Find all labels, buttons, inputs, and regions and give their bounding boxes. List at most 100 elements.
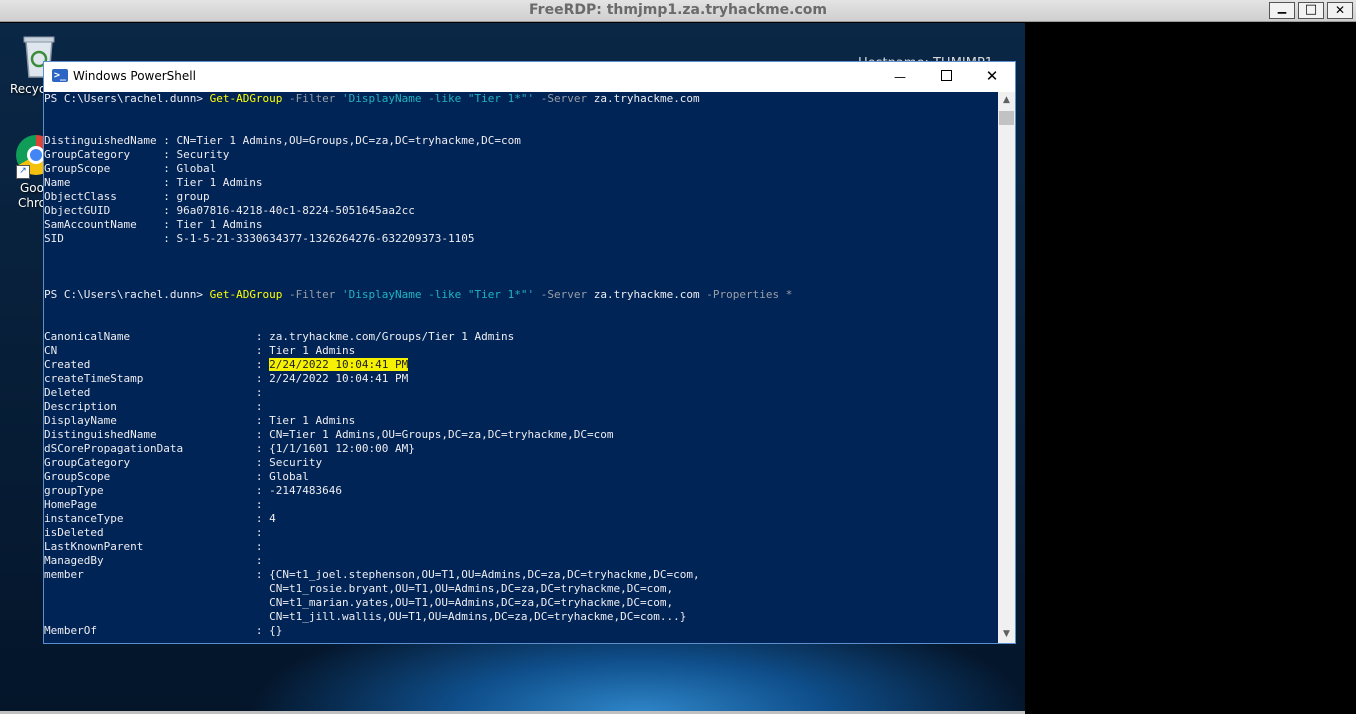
console-text: ManagedBy : [44,554,263,567]
powershell-titlebar[interactable]: >_ Windows PowerShell — ✕ [44,62,1015,92]
console-line: Description : [44,400,998,414]
console-text: PS C:\Users\rachel.dunn> [44,92,210,105]
powershell-window[interactable]: >_ Windows PowerShell — ✕ PS C:\Users\ra… [44,62,1015,643]
console-text: GroupScope : Global [44,470,309,483]
console-text: CN : Tier 1 Admins [44,344,356,357]
console-text: GroupScope : Global [44,162,217,175]
console-text: Get-ADGroup [209,92,283,105]
recycle-bin-label[interactable]: Recycl [10,82,49,96]
console-line: CanonicalName : za.tryhackme.com/Groups/… [44,330,998,344]
console-text: CanonicalName : za.tryhackme.com/Groups/… [44,330,515,343]
console-line: ObjectGUID : 96a07816-4218-40c1-8224-505… [44,204,998,218]
chrome-label-line2[interactable]: Chro [18,196,46,210]
console-text: DistinguishedName : CN=Tier 1 Admins,OU=… [44,428,614,441]
console-text: 'DisplayName -like "Tier 1*"' [342,92,535,105]
console-line: Created : 2/24/2022 10:04:41 PM [44,358,998,372]
console-text: Description : [44,400,263,413]
rdp-close-button[interactable]: ✕ [1327,2,1353,19]
rdp-minimize-button[interactable]: ▁ [1269,1,1295,19]
powershell-window-title: Windows PowerShell [73,69,196,83]
console-text: CN=t1_rosie.bryant,OU=T1,OU=Admins,DC=za… [44,582,674,595]
close-icon: ✕ [1334,3,1346,17]
console-line: ManagedBy : [44,554,998,568]
console-line: GroupScope : Global [44,162,998,176]
console-text: DisplayName : Tier 1 Admins [44,414,356,427]
console-line: createTimeStamp : 2/24/2022 10:04:41 PM [44,372,998,386]
console-line: dSCorePropagationData : {1/1/1601 12:00:… [44,442,998,456]
console-lines: PS C:\Users\rachel.dunn> Get-ADGroup -Fi… [44,92,998,638]
powershell-minimize-button[interactable]: — [877,62,923,92]
console-text: GroupCategory : Security [44,456,323,469]
maximize-icon [940,70,952,81]
console-text: -Server [534,288,594,301]
rdp-unused-area [1025,23,1356,714]
console-line: isDeleted : [44,526,998,540]
console-line: CN=t1_jill.wallis,OU=T1,OU=Admins,DC=za,… [44,610,998,624]
console-text: Created : [44,358,270,371]
scroll-down-icon[interactable]: ▼ [998,626,1015,643]
console-line: LastKnownParent : [44,540,998,554]
console-text: CN=t1_jill.wallis,OU=T1,OU=Admins,DC=za,… [44,610,687,623]
console-text: PS C:\Users\rachel.dunn> [44,288,210,301]
shortcut-arrow-icon: ↗ [16,165,30,179]
console-text: createTimeStamp : 2/24/2022 10:04:41 PM [44,372,409,385]
console-line: ObjectClass : group [44,190,998,204]
console-line: GroupCategory : Security [44,148,998,162]
console-line: GroupCategory : Security [44,456,998,470]
console-text: groupType : -2147483646 [44,484,343,497]
console-text: ObjectClass : group [44,190,210,203]
console-line: PS C:\Users\rachel.dunn> Get-ADGroup -Fi… [44,288,998,302]
console-line: groupType : -2147483646 [44,484,998,498]
console-line: instanceType : 4 [44,512,998,526]
console-text: dSCorePropagationData : {1/1/1601 12:00:… [44,442,415,455]
scroll-up-icon[interactable]: ▲ [998,92,1015,109]
console-line: member : {CN=t1_joel.stephenson,OU=T1,OU… [44,568,998,582]
console-text: MemberOf : {} [44,624,283,637]
console-text: za.tryhackme.com [593,288,700,301]
rdp-maximize-button[interactable]: □ [1298,2,1324,19]
console-text: Deleted : [44,386,263,399]
console-line: PS C:\Users\rachel.dunn> Get-ADGroup -Fi… [44,92,998,106]
console-line: DistinguishedName : CN=Tier 1 Admins,OU=… [44,428,998,442]
scrollbar-thumb[interactable] [999,111,1014,125]
powershell-maximize-button[interactable] [923,62,969,92]
console-line: DistinguishedName : CN=Tier 1 Admins,OU=… [44,134,998,148]
close-icon: ✕ [985,67,999,85]
minimize-icon: — [894,70,906,84]
console-text: CN=t1_marian.yates,OU=T1,OU=Admins,DC=za… [44,596,674,609]
console-text: -Properties * [699,288,793,301]
maximize-icon: □ [1304,2,1318,17]
console-line: Name : Tier 1 Admins [44,176,998,190]
console-text: ObjectGUID : 96a07816-4218-40c1-8224-505… [44,204,415,217]
console-output[interactable]: PS C:\Users\rachel.dunn> Get-ADGroup -Fi… [44,92,998,643]
console-text: HomePage : [44,498,263,511]
console-line: MemberOf : {} [44,624,998,638]
console-text: LastKnownParent : [44,540,263,553]
console-line: CN=t1_rosie.bryant,OU=T1,OU=Admins,DC=za… [44,582,998,596]
console-line: Deleted : [44,386,998,400]
console-line: HomePage : [44,498,998,512]
minimize-icon: ▁ [1277,1,1287,14]
console-text: Get-ADGroup [209,288,283,301]
powershell-icon: >_ [52,69,68,82]
console-text: instanceType : 4 [44,512,276,525]
powershell-close-button[interactable]: ✕ [969,62,1015,92]
console-text: Name : Tier 1 Admins [44,176,263,189]
rdp-titlebar[interactable]: FreeRDP: thmjmp1.za.tryhackme.com ▁ □ ✕ [0,0,1356,22]
rdp-window-title: FreeRDP: thmjmp1.za.tryhackme.com [529,2,827,18]
console-scrollbar[interactable]: ▲ ▼ [998,92,1015,643]
console-text: member : {CN=t1_joel.stephenson,OU=T1,OU… [44,568,700,581]
console-line: CN : Tier 1 Admins [44,344,998,358]
console-line: CN=t1_marian.yates,OU=T1,OU=Admins,DC=za… [44,596,998,610]
chrome-label-line1[interactable]: Goo [20,181,44,195]
console-line: DisplayName : Tier 1 Admins [44,414,998,428]
console-text: GroupCategory : Security [44,148,230,161]
console-text: -Filter [282,92,343,105]
